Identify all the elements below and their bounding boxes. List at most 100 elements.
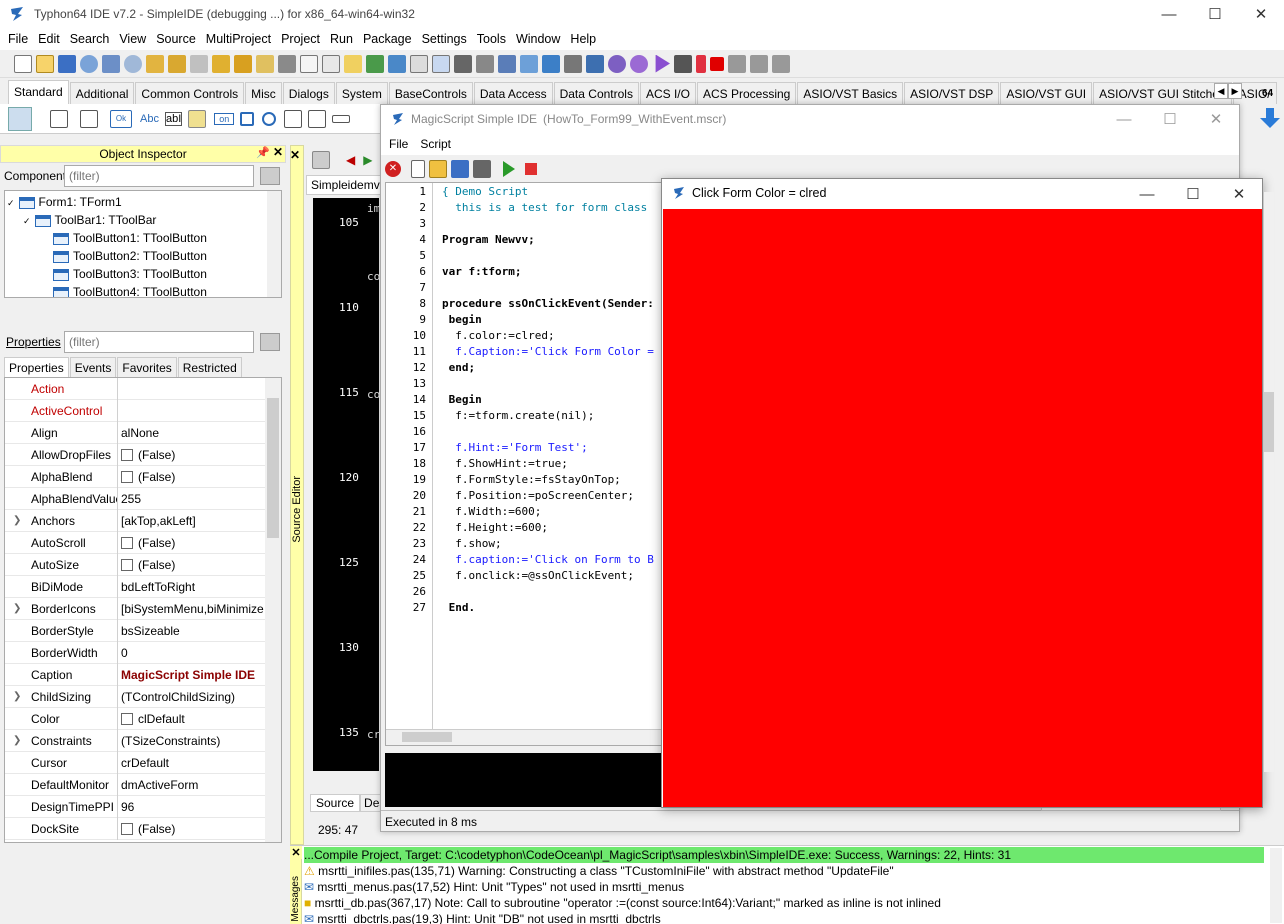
property-value[interactable]: [biSystemMenu,biMinimize	[117, 598, 265, 620]
save-icon[interactable]	[58, 54, 76, 73]
tree-item-toolbutton1[interactable]: ToolButton1: TToolButton	[53, 229, 207, 247]
message-line[interactable]: ...Compile Project, Target: C:\codetypho…	[304, 847, 1011, 863]
tree-item-form1[interactable]: ✓ Form1: TForm1	[7, 193, 122, 211]
code-line[interactable]: f.Position:=poScreenCenter;	[442, 489, 634, 502]
property-value[interactable]: bsSizeable	[117, 620, 265, 642]
property-row[interactable]: AlphaBlend (False)	[5, 466, 265, 488]
open-icon[interactable]	[36, 54, 54, 73]
tab-restricted[interactable]: Restricted	[177, 356, 242, 378]
units-icon[interactable]	[388, 54, 406, 73]
components-filter-input[interactable]: (filter)	[64, 165, 254, 187]
code-line[interactable]: procedure ssOnClickEvent(Sender:	[442, 297, 654, 310]
property-value[interactable]: 255	[117, 488, 265, 510]
menu-file[interactable]: File	[3, 28, 33, 50]
property-value[interactable]	[117, 400, 265, 422]
compile-icon[interactable]	[212, 54, 230, 73]
menu-package[interactable]: Package	[358, 28, 417, 50]
property-row[interactable]: ActiveControl	[5, 400, 265, 422]
property-row[interactable]: Cursor crDefault	[5, 752, 265, 774]
magicscript-maximize-button[interactable]: ☐	[1147, 105, 1193, 133]
forward-arrow-icon[interactable]: ▶	[363, 153, 372, 167]
red-form-client-area[interactable]	[663, 209, 1262, 807]
property-row[interactable]: BorderStyle bsSizeable	[5, 620, 265, 642]
expand-icon[interactable]: ❯	[13, 510, 21, 532]
code-line[interactable]: f:=tform.create(nil);	[442, 409, 594, 422]
tab-events[interactable]: Events	[69, 356, 117, 378]
code-line[interactable]: this is a test for form class	[442, 201, 647, 214]
wave-icon[interactable]	[542, 54, 560, 73]
tab-asio-vst-gui-stitched[interactable]: ASIO/VST GUI Stitched	[1093, 82, 1232, 104]
code-line[interactable]: Begin	[442, 393, 482, 406]
tab-common-controls[interactable]: Common Controls	[135, 82, 245, 104]
save-script-icon[interactable]	[451, 160, 469, 178]
editor-menu-icon[interactable]	[312, 151, 330, 169]
property-row[interactable]: DefaultMonitor dmActiveForm	[5, 774, 265, 796]
magic-menu-script[interactable]: Script	[416, 137, 455, 151]
toggle-icon[interactable]	[432, 54, 450, 73]
code-line[interactable]: f.Hint:='Form Test';	[442, 441, 587, 454]
tree-item-toolbutton4[interactable]: ToolButton4: TToolButton	[53, 283, 207, 297]
tab-dialogs[interactable]: Dialogs	[282, 82, 335, 104]
tab-basecontrols[interactable]: BaseControls	[388, 82, 473, 104]
tab-data-access[interactable]: Data Access	[473, 82, 553, 104]
run-icon[interactable]	[655, 54, 670, 73]
property-row[interactable]: ❯ ChildSizing (TControlChildSizing)	[5, 686, 265, 708]
property-value[interactable]: clDefault	[117, 708, 265, 730]
menu-multiproject[interactable]: MultiProject	[201, 28, 276, 50]
code-line[interactable]: f.caption:='Click on Form to B	[442, 553, 654, 566]
close-panel-icon[interactable]: ✕	[273, 145, 283, 159]
step-out-icon[interactable]	[772, 54, 790, 73]
menu-help[interactable]: Help	[565, 28, 601, 50]
gear-icon[interactable]	[608, 54, 626, 73]
code-line[interactable]: Program Newvv;	[442, 233, 535, 246]
tab-standard[interactable]: Standard	[8, 80, 69, 104]
tree-item-toolbutton3[interactable]: ToolButton3: TToolButton	[53, 265, 207, 283]
property-value[interactable]	[117, 378, 265, 400]
properties-filter-input[interactable]: (filter)	[64, 331, 254, 353]
property-row[interactable]: AutoSize (False)	[5, 554, 265, 576]
new-script-icon[interactable]	[411, 160, 425, 178]
code-line[interactable]: end;	[442, 361, 476, 374]
menu-window[interactable]: Window	[511, 28, 565, 50]
code-line[interactable]: f.show;	[442, 537, 501, 550]
menu-edit[interactable]: Edit	[33, 28, 65, 50]
pointer-icon[interactable]	[8, 106, 32, 131]
property-value[interactable]: crDefault	[117, 752, 265, 774]
save-all-icon[interactable]	[300, 54, 318, 73]
property-value[interactable]: (TControlChildSizing)	[117, 686, 265, 708]
listbox-icon[interactable]	[284, 109, 303, 128]
tab-data-controls[interactable]: Data Controls	[553, 82, 639, 104]
tab-acs-io[interactable]: ACS I/O	[639, 82, 696, 104]
magic-menu-file[interactable]: File	[381, 137, 416, 151]
step-into-icon[interactable]	[728, 54, 746, 73]
menu-settings[interactable]: Settings	[417, 28, 472, 50]
clear-filter-icon[interactable]	[260, 167, 280, 185]
code-line[interactable]: f.FormStyle:=fsStayOnTop;	[442, 473, 621, 486]
tab-acs-processing[interactable]: ACS Processing	[696, 82, 797, 104]
checkbox-icon[interactable]	[121, 470, 133, 483]
property-value[interactable]: (False)	[117, 818, 265, 840]
close-editor-icon[interactable]: ✕	[290, 148, 300, 162]
code-line[interactable]: End.	[442, 601, 476, 614]
toggle-icon[interactable]: on	[214, 112, 235, 125]
rebuild-icon[interactable]	[256, 54, 274, 73]
stop-icon[interactable]	[710, 56, 724, 71]
property-row[interactable]: AutoScroll (False)	[5, 532, 265, 554]
property-row[interactable]: DesignTimePPI 96	[5, 796, 265, 818]
property-row[interactable]: Color clDefault	[5, 708, 265, 730]
checkbox-icon[interactable]	[121, 448, 133, 461]
property-row[interactable]: ❯ Constraints (TSizeConstraints)	[5, 730, 265, 752]
scroll-right-icon[interactable]: ▶	[1228, 83, 1242, 99]
copy-icon[interactable]	[322, 54, 340, 73]
forms-icon[interactable]	[410, 54, 428, 73]
pin-icon[interactable]: 📌	[256, 146, 270, 159]
tools-icon[interactable]	[520, 54, 538, 73]
code-hscrollbar[interactable]	[386, 729, 664, 745]
property-row[interactable]: ❯ Anchors [akTop,akLeft]	[5, 510, 265, 532]
property-value[interactable]: (False)	[117, 466, 265, 488]
property-value[interactable]: dmActiveForm	[117, 774, 265, 796]
mainmenu-icon[interactable]	[50, 109, 68, 128]
component-icon[interactable]	[168, 54, 186, 73]
expand-icon[interactable]: ❯	[13, 598, 21, 620]
message-line[interactable]: ■ msrtti_db.pas(367,17) Note: Call to su…	[304, 895, 941, 911]
